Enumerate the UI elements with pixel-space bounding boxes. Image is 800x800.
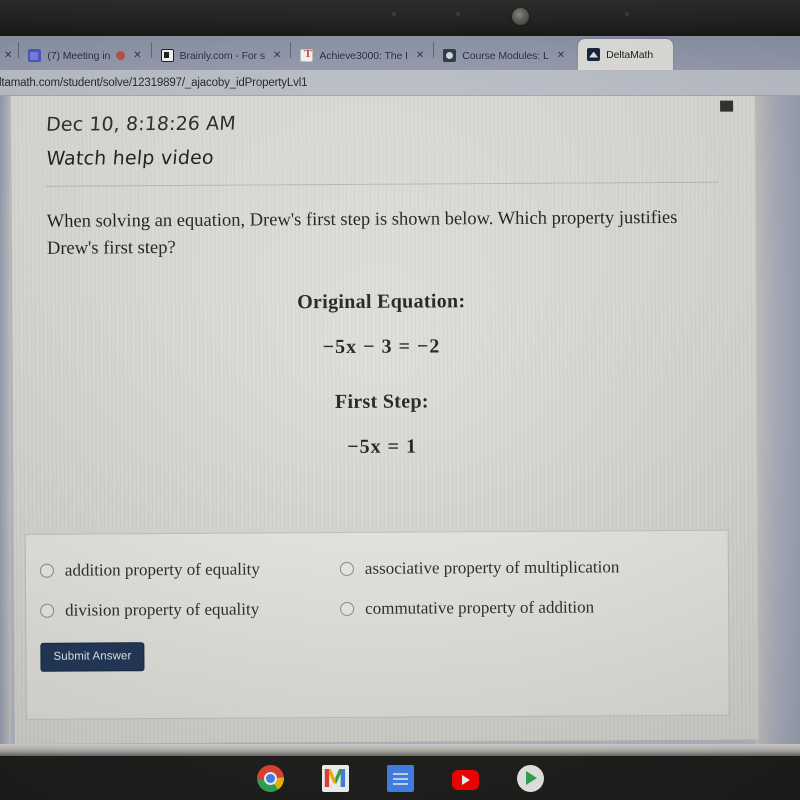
original-equation-label: Original Equation: <box>297 289 466 313</box>
bezel-sensor-left <box>392 12 396 16</box>
laptop-photo: ✕ (7) Meeting in ✕ Brainly.com - For s ✕… <box>0 0 800 800</box>
google-docs-icon[interactable] <box>386 764 414 792</box>
radio-icon[interactable] <box>40 603 55 618</box>
browser-window: ✕ (7) Meeting in ✕ Brainly.com - For s ✕… <box>0 36 800 744</box>
tab-label: (7) Meeting in <box>47 49 111 62</box>
achieve3000-icon <box>300 48 314 62</box>
gmail-icon[interactable] <box>321 764 349 792</box>
bezel-sensor-right <box>625 12 629 16</box>
chrome-icon[interactable] <box>256 764 284 792</box>
tab-label: DeltaMath <box>606 48 654 61</box>
tab-course-modules[interactable]: Course Modules: L ✕ <box>434 41 574 70</box>
tab-achieve3000[interactable]: Achieve3000: The I ✕ <box>291 41 433 70</box>
problem-card: Dec 10, 8:18:26 AM Watch help video When… <box>11 96 759 744</box>
taskbar <box>0 756 800 800</box>
close-icon[interactable]: ✕ <box>131 50 143 61</box>
option-commutative-property-of-addition[interactable]: commutative property of addition <box>340 597 728 619</box>
tab-teams-meeting[interactable]: (7) Meeting in ✕ <box>19 41 150 70</box>
option-label: commutative property of addition <box>365 597 595 618</box>
canvas-icon <box>443 49 457 62</box>
first-step-label: First Step: <box>334 390 429 413</box>
radio-icon[interactable] <box>39 563 54 578</box>
page-left-edge <box>0 96 11 744</box>
first-step-math: −5x = 1 <box>347 435 418 458</box>
answer-options-grid: addition property of equality associativ… <box>26 531 729 621</box>
brainly-icon <box>160 49 174 62</box>
tab-label: Course Modules: L <box>462 49 549 62</box>
tab-brainly[interactable]: Brainly.com - For s ✕ <box>152 41 291 70</box>
watch-help-video-link[interactable]: Watch help video <box>45 147 214 170</box>
close-icon[interactable]: ✕ <box>2 50 14 61</box>
tab-label: Achieve3000: The I <box>319 49 408 62</box>
tab-deltamath[interactable]: DeltaMath <box>578 39 674 70</box>
google-play-icon[interactable] <box>516 764 544 792</box>
tab-label: Brainly.com - For s <box>179 49 265 62</box>
radio-icon[interactable] <box>339 561 354 576</box>
laptop-top-bezel <box>0 0 800 36</box>
answer-panel: addition property of equality associativ… <box>24 529 730 720</box>
address-bar[interactable]: ltamath.com/student/solve/12319897/_ajac… <box>0 70 800 96</box>
close-icon[interactable]: ✕ <box>555 50 567 61</box>
page-viewport: Dec 10, 8:18:26 AM Watch help video When… <box>0 96 800 744</box>
original-equation-block: Original Equation: −5x − 3 = −2 <box>36 288 726 360</box>
option-label: associative property of multiplication <box>364 557 620 578</box>
microsoft-teams-icon <box>28 49 42 62</box>
option-division-property-of-equality[interactable]: division property of equality <box>40 599 340 621</box>
laptop-bottom-bezel <box>0 744 800 800</box>
screen-lip <box>0 744 800 756</box>
close-icon[interactable]: ✕ <box>414 50 426 61</box>
submit-answer-button[interactable]: Submit Answer <box>40 642 145 672</box>
radio-icon[interactable] <box>340 601 355 616</box>
option-label: division property of equality <box>65 599 260 620</box>
webcam-icon <box>512 8 529 25</box>
deltamath-icon <box>587 48 601 61</box>
problem-timestamp: Dec 10, 8:18:26 AM <box>45 112 237 136</box>
option-addition-property-of-equality[interactable]: addition property of equality <box>39 559 340 581</box>
section-divider <box>46 181 718 187</box>
question-text: When solving an equation, Drew's first s… <box>46 207 678 259</box>
recording-indicator-icon <box>116 51 126 60</box>
first-step-block: First Step: −5x = 1 <box>37 388 727 460</box>
bezel-sensor-mid <box>456 12 460 16</box>
tab-strip: ✕ (7) Meeting in ✕ Brainly.com - For s ✕… <box>0 36 800 70</box>
youtube-icon[interactable] <box>451 769 479 790</box>
option-associative-property-of-multiplication[interactable]: associative property of multiplication <box>339 557 728 579</box>
url-text: ltamath.com/student/solve/12319897/_ajac… <box>0 76 308 89</box>
option-label: addition property of equality <box>64 559 260 580</box>
close-icon[interactable]: ✕ <box>271 50 283 61</box>
tab-partial-left[interactable]: ✕ <box>0 41 18 70</box>
original-equation-math: −5x − 3 = −2 <box>322 335 441 358</box>
page-right-edge <box>755 96 800 744</box>
